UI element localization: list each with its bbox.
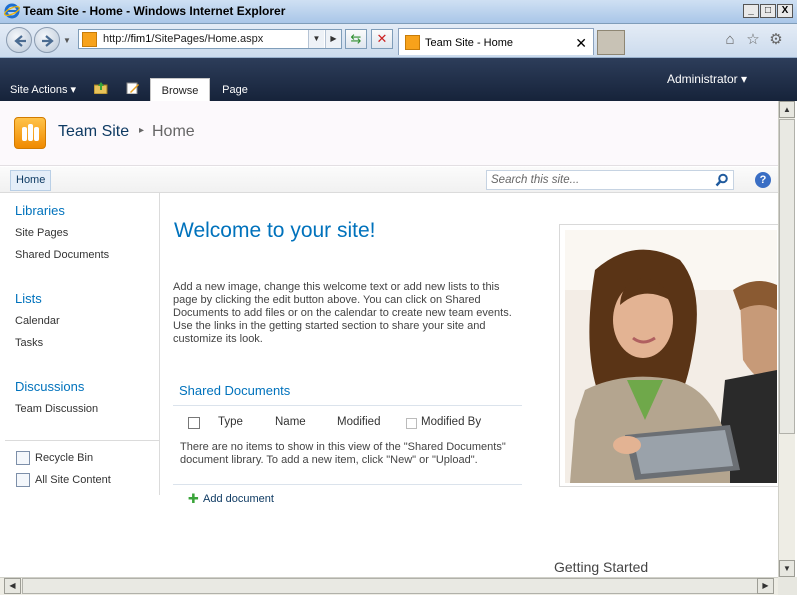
search-icon[interactable] bbox=[715, 173, 729, 187]
column-header-modified-by[interactable]: Modified By bbox=[421, 416, 481, 428]
scrollbar-corner bbox=[778, 577, 797, 595]
address-dropdown-icon[interactable]: ▼ bbox=[308, 30, 324, 48]
recycle-bin-icon bbox=[16, 451, 30, 465]
column-header-name[interactable]: Name bbox=[275, 416, 306, 428]
minimize-button[interactable]: _ bbox=[743, 4, 759, 18]
nav-heading-lists[interactable]: Lists bbox=[15, 291, 42, 306]
vertical-scroll-thumb[interactable] bbox=[779, 119, 795, 434]
all-site-content-icon bbox=[16, 473, 30, 487]
forward-arrow-icon bbox=[42, 35, 54, 47]
welcome-image bbox=[559, 224, 778, 487]
select-all-checkbox[interactable] bbox=[188, 417, 200, 429]
site-title-link[interactable]: Team Site bbox=[58, 123, 129, 141]
user-menu[interactable]: Administrator ▾ bbox=[667, 72, 747, 86]
recycle-bin-link[interactable]: Recycle Bin bbox=[35, 452, 93, 464]
home-icon[interactable]: ⌂ bbox=[722, 32, 738, 48]
site-header: Team Site ▸ Home bbox=[0, 101, 778, 166]
tools-gear-icon[interactable]: ⚙ bbox=[768, 32, 784, 48]
browser-tab-active[interactable]: Team Site - Home ✕ bbox=[398, 28, 594, 55]
getting-started-heading: Getting Started bbox=[554, 559, 649, 575]
site-actions-menu[interactable]: Site Actions ▾ bbox=[10, 83, 76, 96]
scroll-up-icon[interactable]: ▲ bbox=[779, 101, 795, 118]
all-site-content-link[interactable]: All Site Content bbox=[35, 474, 111, 486]
vertical-scrollbar[interactable]: ▲ ▼ bbox=[778, 101, 795, 577]
navigate-up-icon[interactable] bbox=[94, 82, 108, 94]
ribbon-tab-page[interactable]: Page bbox=[212, 78, 258, 101]
breadcrumb-current: Home bbox=[152, 123, 195, 140]
back-arrow-icon bbox=[14, 35, 26, 47]
team-photo bbox=[565, 230, 777, 483]
shared-documents-webpart-title[interactable]: Shared Documents bbox=[179, 383, 290, 398]
scroll-down-icon[interactable]: ▼ bbox=[779, 560, 795, 577]
scroll-right-icon[interactable]: ▶ bbox=[757, 578, 774, 594]
horizontal-scrollbar[interactable]: ◀ ▶ bbox=[0, 577, 778, 595]
top-navigation: Home Search this site... ? bbox=[0, 167, 778, 193]
tab-label: Team Site - Home bbox=[425, 37, 514, 49]
sharepoint-favicon-icon bbox=[82, 32, 97, 47]
page-content: Team Site ▸ Home Home Search this site..… bbox=[0, 101, 778, 577]
webpart-divider bbox=[173, 405, 522, 406]
favorites-star-icon[interactable]: ☆ bbox=[745, 32, 761, 48]
address-bar[interactable]: http://fim1/SitePages/Home.aspx ▼ ▶ bbox=[78, 29, 342, 49]
nav-item-site-pages[interactable]: Site Pages bbox=[15, 227, 68, 239]
edit-page-icon[interactable] bbox=[126, 82, 140, 94]
internet-explorer-icon bbox=[4, 3, 20, 19]
nav-item-shared-documents[interactable]: Shared Documents bbox=[15, 249, 109, 261]
forward-button[interactable] bbox=[34, 27, 60, 53]
back-button[interactable] bbox=[6, 27, 32, 53]
address-url[interactable]: http://fim1/SitePages/Home.aspx bbox=[103, 33, 263, 45]
nav-heading-discussions[interactable]: Discussions bbox=[15, 379, 84, 394]
stop-button[interactable]: ✕ bbox=[371, 29, 393, 49]
scroll-left-icon[interactable]: ◀ bbox=[4, 578, 21, 594]
webpart-divider-bottom bbox=[173, 484, 522, 485]
ribbon-tab-browse[interactable]: Browse bbox=[150, 78, 210, 101]
quick-launch-footer: Recycle Bin All Site Content bbox=[5, 440, 160, 495]
browser-toolbar: ▼ http://fim1/SitePages/Home.aspx ▼ ▶ ⇆ … bbox=[0, 24, 797, 58]
history-dropdown-icon[interactable]: ▼ bbox=[63, 36, 71, 45]
new-tab-button[interactable] bbox=[597, 30, 625, 55]
people-illustration bbox=[565, 230, 777, 483]
welcome-text: Add a new image, change this welcome tex… bbox=[173, 281, 512, 345]
window-title-bar: Team Site - Home - Windows Internet Expl… bbox=[0, 0, 797, 24]
empty-library-message: There are no items to show in this view … bbox=[180, 441, 506, 466]
topnav-home[interactable]: Home bbox=[10, 170, 52, 191]
nav-item-calendar[interactable]: Calendar bbox=[15, 315, 60, 327]
site-logo-icon[interactable] bbox=[14, 117, 46, 149]
search-input[interactable]: Search this site... bbox=[486, 170, 734, 190]
column-separator-icon bbox=[406, 418, 417, 429]
column-header-modified[interactable]: Modified bbox=[337, 416, 380, 428]
welcome-heading: Welcome to your site! bbox=[174, 219, 376, 242]
window-title: Team Site - Home - Windows Internet Expl… bbox=[23, 4, 286, 18]
help-icon[interactable]: ? bbox=[755, 172, 771, 188]
compatibility-view-icon[interactable]: ▶ bbox=[325, 30, 341, 48]
breadcrumb-separator-icon: ▸ bbox=[139, 125, 145, 136]
search-placeholder: Search this site... bbox=[491, 174, 580, 186]
add-document-link[interactable]: Add document bbox=[203, 493, 274, 505]
tab-close-icon[interactable]: ✕ bbox=[575, 35, 587, 52]
nav-item-team-discussion[interactable]: Team Discussion bbox=[15, 403, 98, 415]
column-header-type[interactable]: Type bbox=[218, 416, 243, 428]
horizontal-scroll-thumb[interactable] bbox=[22, 578, 759, 594]
maximize-button[interactable]: □ bbox=[760, 4, 776, 18]
close-window-button[interactable]: X bbox=[777, 4, 793, 18]
tab-favicon-icon bbox=[405, 35, 420, 50]
refresh-button[interactable]: ⇆ bbox=[345, 29, 367, 49]
sharepoint-ribbon: Site Actions ▾ Browse Page Administrator… bbox=[0, 58, 797, 101]
nav-item-tasks[interactable]: Tasks bbox=[15, 337, 43, 349]
nav-heading-libraries[interactable]: Libraries bbox=[15, 203, 65, 218]
add-icon[interactable]: ✚ bbox=[188, 492, 199, 505]
